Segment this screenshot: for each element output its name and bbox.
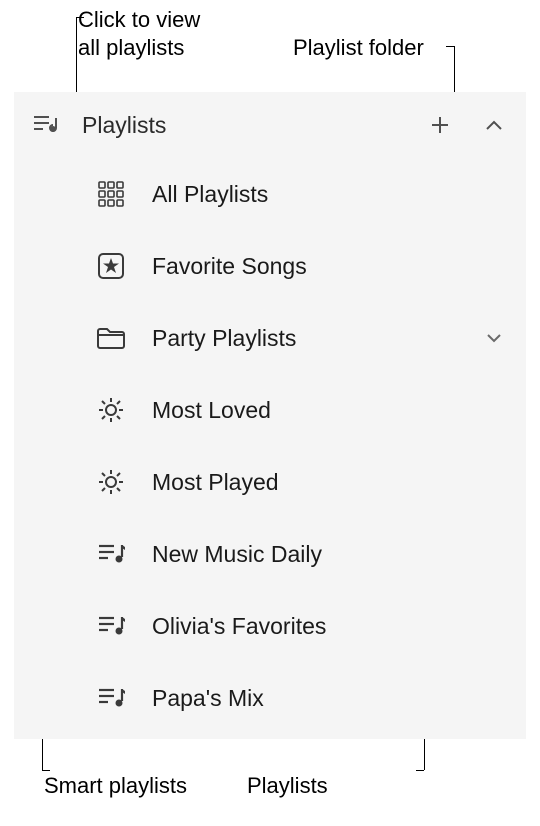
callout-bottom-left: Smart playlists [44, 772, 187, 800]
star-box-icon [94, 249, 128, 283]
sidebar-item-papas-mix[interactable]: Papa's Mix [14, 662, 526, 734]
sidebar-item-label: Papa's Mix [152, 685, 508, 712]
callout-top-left: Click to view all playlists [78, 6, 200, 61]
sidebar-item-all-playlists[interactable]: All Playlists [14, 158, 526, 230]
sidebar-item-label: All Playlists [152, 181, 508, 208]
playlist-icon [94, 609, 128, 643]
collapse-section-button[interactable] [476, 107, 512, 143]
sidebar-item-label: Most Played [152, 469, 508, 496]
sidebar-item-label: Party Playlists [152, 325, 456, 352]
sidebar-header: Playlists [14, 92, 526, 158]
sidebar-item-label: New Music Daily [152, 541, 508, 568]
callout-top-right: Playlist folder [293, 34, 424, 62]
playlist-header-icon [28, 107, 64, 143]
sidebar-item-new-music-daily[interactable]: New Music Daily [14, 518, 526, 590]
callout-text: Click to view [78, 6, 200, 34]
callout-bottom-right: Playlists [247, 772, 328, 800]
callout-text: Playlist folder [293, 35, 424, 60]
playlist-icon [94, 537, 128, 571]
add-playlist-button[interactable] [422, 107, 458, 143]
sidebar-item-favorite-songs[interactable]: Favorite Songs [14, 230, 526, 302]
sidebar-item-most-loved[interactable]: Most Loved [14, 374, 526, 446]
sidebar-item-party-playlists[interactable]: Party Playlists [14, 302, 526, 374]
gear-icon [94, 465, 128, 499]
grid-icon [94, 177, 128, 211]
sidebar-item-most-played[interactable]: Most Played [14, 446, 526, 518]
sidebar-item-olivias-favorites[interactable]: Olivia's Favorites [14, 590, 526, 662]
playlist-icon [94, 681, 128, 715]
chevron-down-icon[interactable] [480, 324, 508, 352]
sidebar-item-label: Favorite Songs [152, 253, 508, 280]
callout-text: Smart playlists [44, 773, 187, 798]
sidebar-title: Playlists [82, 112, 404, 139]
playlist-list: All Playlists Favorite Songs Party Playl… [14, 158, 526, 734]
sidebar-item-label: Olivia's Favorites [152, 613, 508, 640]
callout-text: Playlists [247, 773, 328, 798]
folder-icon [94, 321, 128, 355]
gear-icon [94, 393, 128, 427]
callout-text: all playlists [78, 34, 200, 62]
playlists-sidebar: Playlists All Pl [14, 92, 526, 739]
sidebar-item-label: Most Loved [152, 397, 508, 424]
